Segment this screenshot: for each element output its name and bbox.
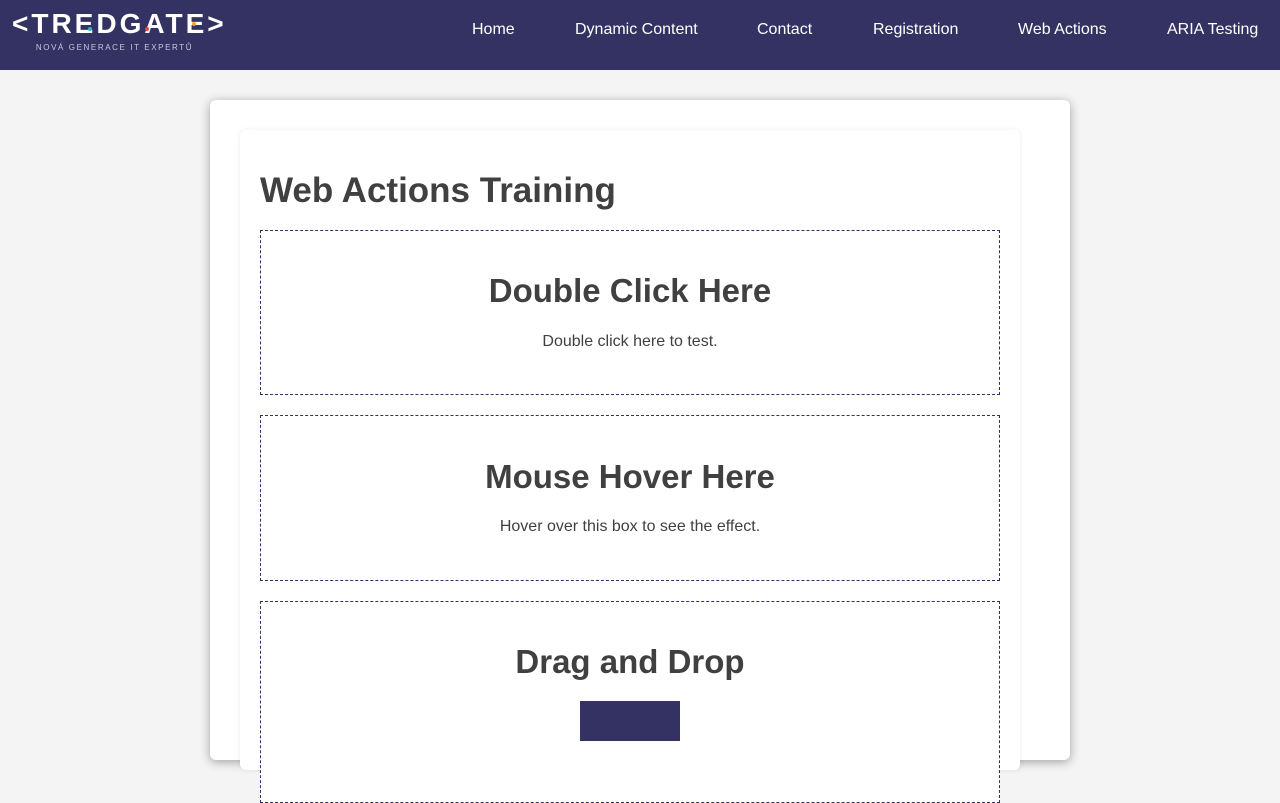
drag-and-drop-box: Drag and Drop xyxy=(260,601,1000,803)
page-title: Web Actions Training xyxy=(260,171,616,210)
mouse-hover-text: Hover over this box to see the effect. xyxy=(499,518,761,535)
mouse-hover-title: Mouse Hover Here xyxy=(485,458,775,495)
tredgate-logo[interactable]: <TREDGATE> NOVÁ GENERACE IT EXPERTŮ xyxy=(12,8,227,55)
logo-accent-dot-red xyxy=(145,27,149,31)
nav-link-contact[interactable]: Contact xyxy=(757,20,812,40)
double-click-text: Double click here to test. xyxy=(542,333,718,350)
nav-link-registration[interactable]: Registration xyxy=(873,20,958,40)
nav-link-home[interactable]: Home xyxy=(472,20,515,40)
logo-subtitle: NOVÁ GENERACE IT EXPERTŮ xyxy=(35,43,194,52)
nav-link-web-actions[interactable]: Web Actions xyxy=(1018,20,1107,40)
content-card: Web Actions Training Double Click Here D… xyxy=(240,130,1020,803)
main-panel: Web Actions Training Double Click Here D… xyxy=(210,100,1070,803)
mouse-hover-box[interactable]: Mouse Hover Here Hover over this box to … xyxy=(260,415,1000,581)
double-click-box[interactable]: Double Click Here Double click here to t… xyxy=(260,230,1000,395)
double-click-title: Double Click Here xyxy=(488,272,772,309)
drag-and-drop-title: Drag and Drop xyxy=(515,643,745,680)
nav-link-dynamic-content[interactable]: Dynamic Content xyxy=(575,20,698,40)
logo-accent-dot-teal xyxy=(88,27,92,31)
nav-link-aria-testing[interactable]: ARIA Testing xyxy=(1167,20,1258,40)
draggable-item[interactable] xyxy=(580,701,680,741)
logo-wordmark: <TREDGATE> xyxy=(12,8,227,39)
logo-accent-dot-orange xyxy=(192,22,196,26)
top-navigation-bar: <TREDGATE> NOVÁ GENERACE IT EXPERTŮ Home… xyxy=(0,0,1280,70)
